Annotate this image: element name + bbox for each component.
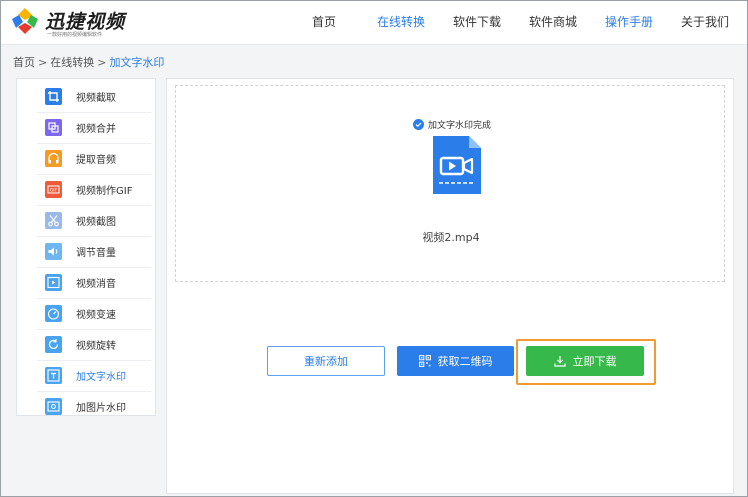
download-now-button[interactable]: 立即下载 [526, 346, 644, 376]
sidebar-item-extract-audio[interactable]: 提取音频 [17, 143, 155, 174]
sidebar-item-video-gif[interactable]: GIF 视频制作GIF [17, 174, 155, 205]
sidebar-item-video-rotate[interactable]: 视频旋转 [17, 329, 155, 360]
breadcrumb-online-convert[interactable]: 在线转换 [50, 56, 94, 69]
video-file-icon [433, 136, 481, 194]
scissors-icon [45, 212, 62, 229]
tool-sidebar: 视频截取 视频合并 提取音频 GIF 视频制作GIF 视频截图 调节音量 视频消… [16, 78, 156, 416]
sidebar-item-text-watermark[interactable]: 加文字水印 [17, 360, 155, 391]
brand-tagline: 一款好用的视频编辑软件 [47, 32, 103, 38]
svg-text:GIF: GIF [50, 188, 58, 194]
nav-about-us[interactable]: 关于我们 [681, 1, 729, 45]
logo-icon [12, 8, 38, 34]
result-area: 加文字水印完成 视频2.mp4 [175, 85, 725, 282]
nav-user-manual[interactable]: 操作手册 [605, 1, 653, 45]
sidebar-item-label: 加图片水印 [76, 403, 126, 414]
check-circle-icon [413, 119, 424, 130]
nav-software-store[interactable]: 软件商城 [529, 1, 577, 45]
sidebar-item-label: 视频变速 [76, 310, 116, 321]
mute-video-icon [45, 274, 62, 291]
brand-name: 迅捷视频 [45, 11, 126, 33]
gif-icon: GIF [45, 181, 62, 198]
merge-icon [45, 119, 62, 136]
breadcrumb: 首页 > 在线转换 > 加文字水印 [13, 54, 164, 70]
download-button-label: 立即下载 [572, 355, 617, 368]
image-watermark-icon [45, 398, 62, 415]
headphones-icon [45, 150, 62, 167]
sidebar-item-label: 视频消音 [76, 279, 116, 290]
download-icon [553, 356, 566, 367]
nav-software-download[interactable]: 软件下载 [453, 1, 501, 45]
sidebar-item-label: 提取音频 [76, 155, 116, 166]
qrcode-icon [418, 355, 431, 367]
breadcrumb-home[interactable]: 首页 [13, 56, 35, 69]
get-qrcode-button[interactable]: 获取二维码 [397, 346, 514, 376]
sidebar-item-label: 调节音量 [76, 248, 116, 259]
breadcrumb-separator: > [97, 56, 107, 69]
rotate-icon [45, 336, 62, 353]
breadcrumb-current: 加文字水印 [109, 56, 165, 69]
sidebar-item-label: 加文字水印 [76, 372, 126, 383]
nav-online-convert[interactable]: 在线转换 [377, 1, 425, 45]
sidebar-item-label: 视频制作GIF [76, 186, 133, 197]
file-name: 视频2.mp4 [422, 231, 480, 244]
sidebar-item-video-screenshot[interactable]: 视频截图 [17, 205, 155, 236]
breadcrumb-separator: > [38, 56, 48, 69]
sidebar-item-video-crop[interactable]: 视频截取 [17, 81, 155, 112]
sidebar-item-video-mute[interactable]: 视频消音 [17, 267, 155, 298]
sidebar-item-video-speed[interactable]: 视频变速 [17, 298, 155, 329]
sidebar-item-adjust-volume[interactable]: 调节音量 [17, 236, 155, 267]
completion-status: 加文字水印完成 [413, 114, 491, 133]
volume-icon [45, 243, 62, 260]
sidebar-item-image-watermark[interactable]: 加图片水印 [17, 391, 155, 422]
speed-gauge-icon [45, 305, 62, 322]
top-header: 迅捷视频 一款好用的视频编辑软件 首页 在线转换 软件下载 软件商城 操作手册 … [1, 1, 747, 45]
re-add-button[interactable]: 重新添加 [267, 346, 385, 376]
brand-logo[interactable]: 迅捷视频 一款好用的视频编辑软件 [11, 6, 141, 40]
sidebar-item-label: 视频截图 [76, 217, 116, 228]
sidebar-item-label: 视频旋转 [76, 341, 116, 352]
text-watermark-icon [45, 367, 62, 384]
status-text: 加文字水印完成 [428, 121, 492, 131]
crop-icon [45, 88, 62, 105]
nav-home[interactable]: 首页 [312, 1, 336, 45]
sidebar-item-label: 视频合并 [76, 124, 116, 135]
qrcode-button-label: 获取二维码 [437, 355, 493, 368]
sidebar-item-label: 视频截取 [76, 93, 116, 104]
sidebar-item-video-merge[interactable]: 视频合并 [17, 112, 155, 143]
main-panel: 加文字水印完成 视频2.mp4 重新添加 获取二维码 立即下载 [166, 78, 734, 494]
